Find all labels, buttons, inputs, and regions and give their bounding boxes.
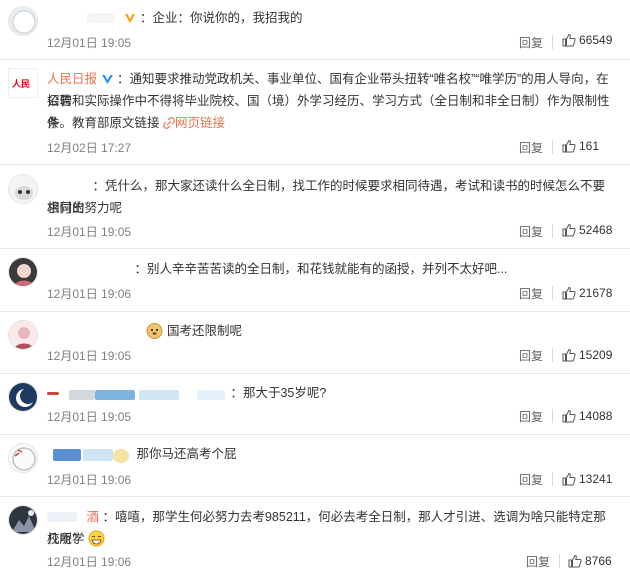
comment-body-line: 件。教育部原文链接	[47, 116, 160, 130]
avatar[interactable]	[8, 6, 38, 36]
avatar[interactable]	[8, 257, 38, 287]
redacted-username	[47, 392, 59, 395]
svg-text:人民: 人民	[11, 78, 30, 90]
thumb-up-icon	[562, 348, 576, 362]
comment-date: 12月01日 19:05	[47, 349, 132, 363]
redacted-username	[53, 449, 81, 461]
like-count: 161	[579, 139, 600, 153]
comment-text: ：那大于35岁呢?	[47, 382, 614, 404]
avatar[interactable]	[8, 382, 38, 412]
thumb-up-icon	[562, 139, 576, 153]
like-button[interactable]: 21678	[562, 286, 612, 300]
doge-emoji-icon	[146, 323, 163, 339]
reply-button[interactable]: 回复	[526, 553, 550, 570]
divider	[0, 248, 630, 249]
like-count: 8766	[585, 554, 612, 568]
comment-text: 国考还限制呢	[47, 320, 614, 342]
thumb-up-icon	[562, 286, 576, 300]
like-button[interactable]: 66549	[562, 33, 612, 47]
like-button[interactable]: 13241	[562, 472, 612, 486]
comment-body: ：那大于35岁呢?	[230, 386, 327, 400]
divider	[0, 496, 630, 497]
web-link[interactable]: 网页链接	[163, 116, 225, 130]
comment-text: ：企业：你说你的，我招我的	[47, 7, 614, 29]
avatar[interactable]	[8, 505, 38, 535]
comment-body-line: 校呢？	[47, 532, 85, 546]
comment-body: ：企业：你说你的，我招我的	[139, 11, 303, 25]
comment-text: 校呢？	[47, 528, 614, 550]
verified-v-icon	[125, 14, 136, 23]
comment-text: 件。教育部原文链接 网页链接	[47, 112, 614, 134]
comment-date: 12月01日 19:06	[47, 287, 132, 301]
avatar[interactable]	[8, 174, 38, 204]
divider	[552, 286, 553, 300]
link-text: 网页链接	[175, 116, 226, 130]
divider	[552, 409, 553, 423]
reply-button[interactable]: 回复	[519, 223, 543, 240]
divider	[0, 311, 630, 312]
comment-date: 12月01日 19:05	[47, 410, 132, 424]
divider	[552, 224, 553, 238]
comment-date: 12月01日 19:05	[47, 225, 132, 239]
divider	[0, 434, 630, 435]
verified-v-icon	[101, 75, 113, 84]
username[interactable]: 酒	[86, 510, 99, 524]
reply-button[interactable]: 回复	[519, 347, 543, 364]
comment-date: 12月01日 19:06	[47, 555, 132, 569]
thumb-up-icon	[562, 223, 576, 237]
like-button[interactable]: 15209	[562, 348, 612, 362]
like-button[interactable]: 8766	[568, 554, 612, 568]
thumb-up-icon	[568, 554, 582, 568]
comment-date: 12月01日 19:06	[47, 473, 132, 487]
divider	[552, 348, 553, 362]
comment-date: 12月02日 17:27	[47, 141, 132, 155]
like-count: 13241	[579, 472, 613, 486]
thumb-up-icon	[562, 472, 576, 486]
reply-button[interactable]: 回复	[519, 285, 543, 302]
comment-body: 那你马还高考个屁	[136, 447, 237, 461]
reply-button[interactable]: 回复	[519, 34, 543, 51]
divider	[0, 373, 630, 374]
avatar[interactable]: 人民	[8, 68, 38, 98]
reply-button[interactable]: 回复	[519, 471, 543, 488]
comment-feed: ：企业：你说你的，我招我的 12月01日 19:05 回复 66549 人民 人…	[0, 0, 630, 576]
thumb-up-icon	[562, 409, 576, 423]
redacted-username	[87, 13, 115, 23]
like-button[interactable]: 161	[562, 139, 599, 153]
grin-emoji-icon	[88, 530, 105, 547]
comment-text: ：别人辛辛苦苦读的全日制，和花钱就能有的函授，并列不太好吧...	[47, 258, 614, 280]
like-count: 14088	[579, 409, 613, 423]
comment-text: 那你马还高考个屁	[47, 443, 614, 465]
reply-button[interactable]: 回复	[519, 408, 543, 425]
thumb-up-icon	[562, 33, 576, 47]
reply-button[interactable]: 回复	[519, 139, 543, 156]
divider	[552, 472, 553, 486]
username[interactable]: 人民日报	[47, 72, 97, 86]
comment-body: ：别人辛辛苦苦读的全日制，和花钱就能有的函授，并列不太好吧...	[134, 262, 508, 276]
like-button[interactable]: 14088	[562, 409, 612, 423]
like-button[interactable]: 52468	[562, 223, 612, 237]
comment-body: 国考还限制呢	[166, 324, 242, 338]
avatar[interactable]	[8, 443, 38, 473]
divider	[559, 554, 560, 568]
divider	[552, 140, 553, 154]
like-count: 21678	[579, 286, 613, 300]
like-count: 52468	[579, 223, 613, 237]
avatar[interactable]	[8, 320, 38, 350]
comment-text: 相同的努力呢	[47, 201, 123, 215]
comment-date: 12月01日 19:05	[47, 36, 132, 50]
like-count: 66549	[579, 33, 613, 47]
like-count: 15209	[579, 348, 613, 362]
divider	[0, 59, 630, 60]
divider	[0, 164, 630, 165]
link-icon	[163, 117, 175, 129]
divider	[552, 35, 553, 49]
